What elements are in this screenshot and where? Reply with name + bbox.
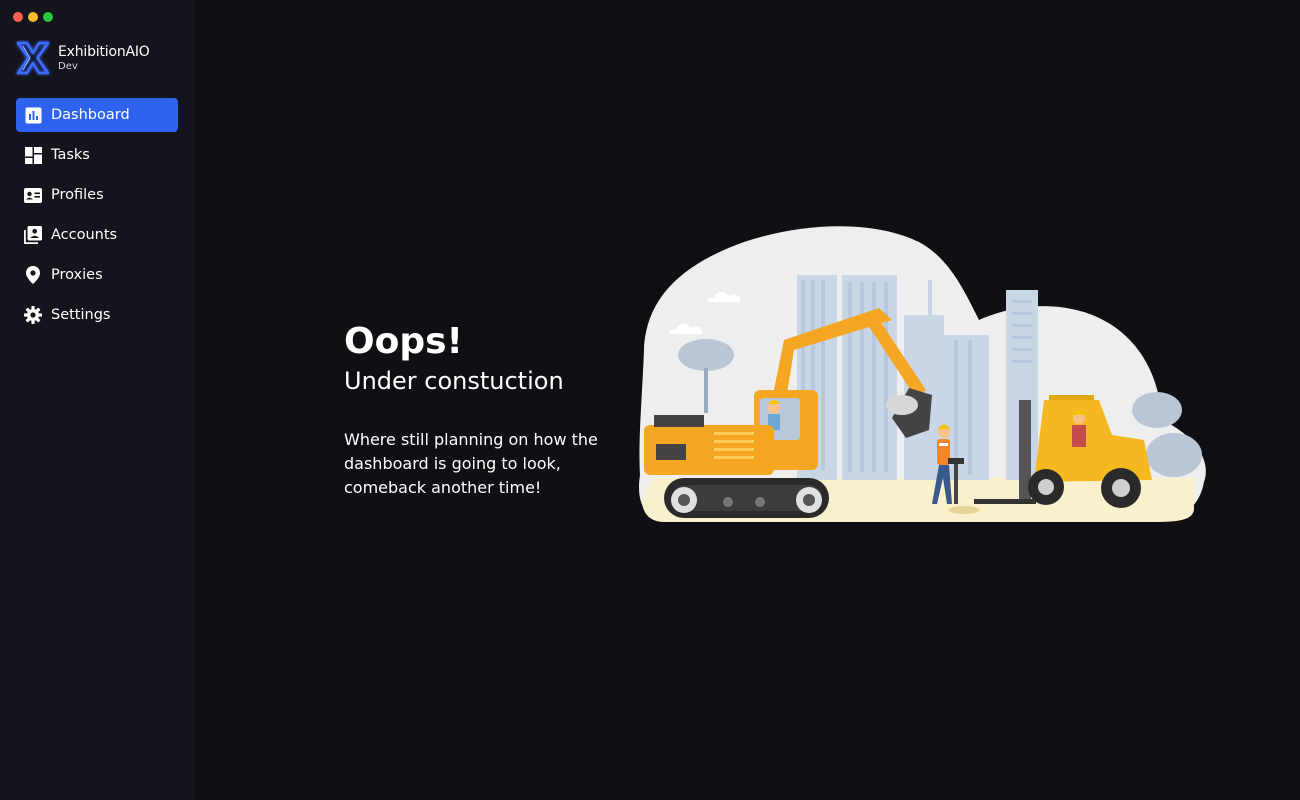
- contacts-icon: [24, 226, 42, 244]
- sidebar-item-profiles[interactable]: Profiles: [16, 178, 178, 212]
- gear-icon: [24, 306, 42, 324]
- location-pin-icon: [24, 266, 42, 284]
- brand: ExhibitionAIO Dev: [14, 40, 150, 76]
- sidebar-item-dashboard[interactable]: Dashboard: [16, 98, 178, 132]
- sidebar-item-label: Proxies: [51, 267, 103, 283]
- under-construction-message: Oops! Under constuction Where still plan…: [344, 320, 614, 500]
- sidebar-item-accounts[interactable]: Accounts: [16, 218, 178, 252]
- x-logo-icon: [16, 41, 50, 75]
- sidebar-item-proxies[interactable]: Proxies: [16, 258, 178, 292]
- sidebar-item-label: Settings: [51, 307, 111, 323]
- zoom-window-button[interactable]: [43, 12, 53, 22]
- sidebar-item-label: Profiles: [51, 187, 104, 203]
- id-card-icon: [24, 186, 42, 204]
- page-title: Oops!: [344, 321, 463, 362]
- bar-chart-icon: [24, 106, 42, 124]
- dashboard-grid-icon: [24, 146, 42, 164]
- brand-name: ExhibitionAIO: [58, 43, 150, 60]
- minimize-window-button[interactable]: [28, 12, 38, 22]
- page-description: Where still planning on how the dashboar…: [344, 430, 598, 497]
- sidebar: ExhibitionAIO Dev Dashboard Tasks Profil…: [0, 0, 194, 800]
- sidebar-item-settings[interactable]: Settings: [16, 298, 178, 332]
- window-controls: [13, 12, 53, 22]
- main-content: Oops! Under constuction Where still plan…: [194, 0, 1300, 800]
- sidebar-item-tasks[interactable]: Tasks: [16, 138, 178, 172]
- page-subtitle: Under constuction: [344, 367, 564, 395]
- sidebar-item-label: Tasks: [51, 147, 90, 163]
- close-window-button[interactable]: [13, 12, 23, 22]
- under-construction-illustration: [639, 226, 1206, 522]
- brand-environment: Dev: [58, 60, 78, 72]
- sidebar-item-label: Dashboard: [51, 107, 130, 123]
- sidebar-nav: Dashboard Tasks Profiles Accounts Proxie…: [16, 98, 178, 338]
- sidebar-item-label: Accounts: [51, 227, 118, 243]
